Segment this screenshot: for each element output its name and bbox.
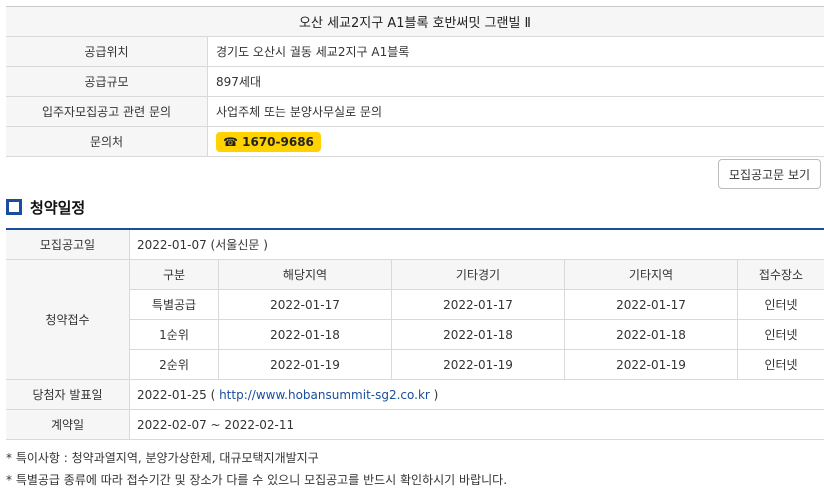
info-row-inquiry: 입주자모집공고 관련 문의 사업주체 또는 분양사무실로 문의 bbox=[6, 97, 824, 127]
paren-open: ( bbox=[207, 388, 219, 402]
info-value: 경기도 오산시 궐동 세교2지구 A1블록 bbox=[208, 37, 824, 67]
table-cell: 2022-01-18 bbox=[565, 320, 738, 350]
table-cell: 2022-01-17 bbox=[565, 290, 738, 320]
complex-info-table: 오산 세교2지구 A1블록 호반써밋 그랜빌 Ⅱ 공급위치 경기도 오산시 궐동… bbox=[6, 6, 824, 157]
table-cell: 인터넷 bbox=[738, 320, 824, 350]
winners-url-link[interactable]: http://www.hobansummit-sg2.co.kr bbox=[219, 388, 430, 402]
schedule-table: 모집공고일 2022-01-07 (서울신문 ) 청약접수 구분 해당지역 기타… bbox=[6, 228, 824, 440]
table-cell: 2022-01-17 bbox=[392, 290, 565, 320]
note-line: * 특별공급 종류에 따라 접수기간 및 장소가 다를 수 있으니 모집공고를 … bbox=[6, 469, 824, 491]
notes: * 특이사항 : 청약과열지역, 분양가상한제, 대규모택지개발지구 * 특별공… bbox=[6, 447, 824, 491]
column-header: 기타지역 bbox=[565, 260, 738, 290]
complex-title: 오산 세교2지구 A1블록 호반써밋 그랜빌 Ⅱ bbox=[6, 7, 824, 37]
table-cell: 2022-01-19 bbox=[392, 350, 565, 380]
table-cell: 인터넷 bbox=[738, 350, 824, 380]
info-label: 공급위치 bbox=[6, 37, 208, 67]
info-label: 문의처 bbox=[6, 127, 208, 157]
info-label: 입주자모집공고 관련 문의 bbox=[6, 97, 208, 127]
table-cell: 2022-01-18 bbox=[219, 320, 392, 350]
view-notice-button[interactable]: 모집공고문 보기 bbox=[718, 159, 821, 189]
phone-number-badge[interactable]: ☎ 1670-9686 bbox=[216, 132, 321, 152]
winners-date: 2022-01-25 bbox=[137, 388, 207, 402]
table-cell: 2순위 bbox=[130, 350, 219, 380]
info-value-contact: ☎ 1670-9686 bbox=[208, 127, 824, 157]
column-header: 접수장소 bbox=[738, 260, 824, 290]
schedule-value: 2022-01-25 ( http://www.hobansummit-sg2.… bbox=[130, 380, 824, 410]
table-cell: 특별공급 bbox=[130, 290, 219, 320]
schedule-row-contract: 계약일 2022-02-07 ~ 2022-02-11 bbox=[6, 410, 824, 440]
info-row-location: 공급위치 경기도 오산시 궐동 세교2지구 A1블록 bbox=[6, 37, 824, 67]
table-cell: 2022-01-19 bbox=[219, 350, 392, 380]
info-row-size: 공급규모 897세대 bbox=[6, 67, 824, 97]
info-row-contact: 문의처 ☎ 1670-9686 bbox=[6, 127, 824, 157]
column-header: 기타경기 bbox=[392, 260, 565, 290]
schedule-row-winners: 당첨자 발표일 2022-01-25 ( http://www.hobansum… bbox=[6, 380, 824, 410]
info-value: 사업주체 또는 분양사무실로 문의 bbox=[208, 97, 824, 127]
table-cell: 2022-01-18 bbox=[392, 320, 565, 350]
info-value: 897세대 bbox=[208, 67, 824, 97]
schedule-label: 청약접수 bbox=[6, 260, 130, 380]
schedule-label: 당첨자 발표일 bbox=[6, 380, 130, 410]
square-bullet-icon bbox=[6, 199, 22, 215]
info-label: 공급규모 bbox=[6, 67, 208, 97]
section-title: 청약일정 bbox=[6, 196, 85, 218]
table-cell: 2022-01-19 bbox=[565, 350, 738, 380]
reception-header-row: 청약접수 구분 해당지역 기타경기 기타지역 접수장소 bbox=[6, 260, 824, 290]
column-header: 해당지역 bbox=[219, 260, 392, 290]
table-row: 2순위 2022-01-19 2022-01-19 2022-01-19 인터넷 bbox=[6, 350, 824, 380]
table-cell: 2022-01-17 bbox=[219, 290, 392, 320]
schedule-value: 2022-01-07 (서울신문 ) bbox=[130, 229, 824, 260]
table-row: 1순위 2022-01-18 2022-01-18 2022-01-18 인터넷 bbox=[6, 320, 824, 350]
info-title-row: 오산 세교2지구 A1블록 호반써밋 그랜빌 Ⅱ bbox=[6, 7, 824, 37]
note-line: * 특이사항 : 청약과열지역, 분양가상한제, 대규모택지개발지구 bbox=[6, 447, 824, 469]
table-row: 특별공급 2022-01-17 2022-01-17 2022-01-17 인터… bbox=[6, 290, 824, 320]
paren-close: ) bbox=[430, 388, 439, 402]
schedule-label: 계약일 bbox=[6, 410, 130, 440]
table-cell: 인터넷 bbox=[738, 290, 824, 320]
table-cell: 1순위 bbox=[130, 320, 219, 350]
column-header: 구분 bbox=[130, 260, 219, 290]
section-title-text: 청약일정 bbox=[30, 197, 85, 218]
schedule-row-announcement: 모집공고일 2022-01-07 (서울신문 ) bbox=[6, 229, 824, 260]
schedule-value: 2022-02-07 ~ 2022-02-11 bbox=[130, 410, 824, 440]
schedule-label: 모집공고일 bbox=[6, 229, 130, 260]
